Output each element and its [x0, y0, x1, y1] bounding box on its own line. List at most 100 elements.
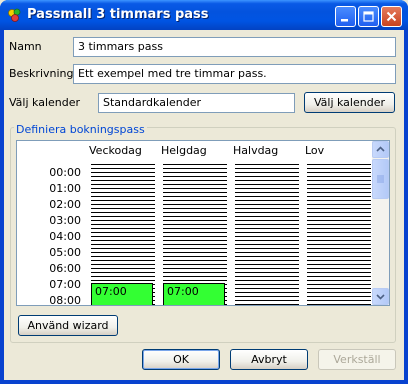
quarter-hour-line: [163, 236, 227, 237]
quarter-hour-line: [307, 252, 371, 253]
quarter-hour-line: [163, 204, 227, 205]
quarter-hour-line: [91, 232, 155, 233]
minimize-button[interactable]: [335, 6, 356, 27]
time-label: 01:00: [49, 182, 81, 195]
quarter-hour-line: [163, 260, 227, 261]
column-header-halvdag: Halvdag: [233, 144, 279, 157]
scroll-down-button[interactable]: [372, 288, 389, 305]
quarter-hour-line: [91, 252, 155, 253]
use-wizard-button[interactable]: Använd wizard: [18, 315, 118, 336]
quarter-hour-line: [91, 240, 155, 241]
time-label: 06:00: [49, 262, 81, 275]
scroll-up-button[interactable]: [372, 141, 389, 158]
column-halvdag[interactable]: [235, 164, 299, 305]
quarter-hour-line: [235, 304, 299, 305]
quarter-hour-line: [235, 264, 299, 265]
scroll-thumb[interactable]: [372, 159, 389, 199]
quarter-hour-line: [235, 200, 299, 201]
chevron-up-icon: [376, 146, 385, 152]
quarter-hour-line: [163, 272, 227, 273]
quarter-hour-line: [307, 236, 371, 237]
title-bar[interactable]: Passmall 3 timmars pass: [0, 0, 408, 30]
quarter-hour-line: [91, 224, 155, 225]
calendar-label: Välj kalender: [9, 96, 81, 109]
quarter-hour-line: [163, 232, 227, 233]
quarter-hour-line: [235, 216, 299, 217]
quarter-hour-line: [307, 220, 371, 221]
quarter-hour-line: [307, 196, 371, 197]
time-label: 03:00: [49, 214, 81, 227]
quarter-hour-line: [163, 196, 227, 197]
quarter-hour-line: [307, 188, 371, 189]
quarter-hour-line: [163, 180, 227, 181]
quarter-hour-line: [235, 208, 299, 209]
close-button[interactable]: [381, 6, 402, 27]
quarter-hour-line: [307, 184, 371, 185]
ok-button[interactable]: OK: [142, 349, 220, 370]
apply-button[interactable]: Verkställ: [318, 349, 396, 370]
maximize-button[interactable]: [358, 6, 379, 27]
quarter-hour-line: [235, 268, 299, 269]
quarter-hour-line: [163, 168, 227, 169]
quarter-hour-line: [91, 276, 155, 277]
quarter-hour-line: [235, 252, 299, 253]
quarter-hour-line: [91, 164, 155, 165]
booking-grid[interactable]: Veckodag Helgdag Halvdag Lov 00:00 01:00…: [16, 140, 390, 306]
column-header-veckodag: Veckodag: [89, 144, 142, 157]
quarter-hour-line: [91, 256, 155, 257]
calendar-field[interactable]: Standardkalender: [98, 93, 295, 113]
quarter-hour-line: [307, 224, 371, 225]
quarter-hour-line: [91, 212, 155, 213]
name-field[interactable]: 3 timmars pass: [73, 37, 396, 57]
quarter-hour-line: [91, 192, 155, 193]
quarter-hour-line: [307, 260, 371, 261]
vertical-scrollbar[interactable]: [372, 141, 389, 305]
grip-icon: [377, 175, 384, 183]
quarter-hour-line: [307, 192, 371, 193]
description-field[interactable]: Ett exempel med tre timmar pass.: [73, 64, 396, 84]
quarter-hour-line: [91, 268, 155, 269]
quarter-hour-line: [163, 240, 227, 241]
quarter-hour-line: [235, 172, 299, 173]
app-icon: [8, 8, 21, 22]
minimize-icon: [341, 19, 348, 22]
quarter-hour-line: [307, 288, 371, 289]
quarter-hour-line: [235, 168, 299, 169]
quarter-hour-line: [235, 260, 299, 261]
booking-slot-helgdag[interactable]: 07:00: [163, 283, 225, 305]
quarter-hour-line: [235, 192, 299, 193]
quarter-hour-line: [235, 284, 299, 285]
choose-calendar-button[interactable]: Välj kalender: [304, 92, 395, 113]
quarter-hour-line: [91, 188, 155, 189]
quarter-hour-line: [235, 212, 299, 213]
quarter-hour-line: [307, 232, 371, 233]
quarter-hour-line: [235, 296, 299, 297]
quarter-hour-line: [235, 224, 299, 225]
quarter-hour-line: [235, 256, 299, 257]
quarter-hour-line: [91, 196, 155, 197]
quarter-hour-line: [235, 232, 299, 233]
quarter-hour-line: [307, 284, 371, 285]
quarter-hour-line: [235, 196, 299, 197]
quarter-hour-line: [307, 240, 371, 241]
quarter-hour-line: [307, 216, 371, 217]
quarter-hour-line: [235, 220, 299, 221]
quarter-hour-line: [307, 176, 371, 177]
cancel-button[interactable]: Avbryt: [230, 349, 308, 370]
quarter-hour-line: [91, 260, 155, 261]
quarter-hour-line: [163, 256, 227, 257]
booking-slot-veckodag[interactable]: 07:00: [91, 283, 153, 305]
column-header-lov: Lov: [305, 144, 325, 157]
quarter-hour-line: [235, 164, 299, 165]
column-lov[interactable]: [307, 164, 371, 305]
quarter-hour-line: [163, 220, 227, 221]
close-icon: [386, 11, 397, 22]
window-title: Passmall 3 timmars pass: [27, 7, 209, 22]
quarter-hour-line: [91, 236, 155, 237]
quarter-hour-line: [235, 272, 299, 273]
quarter-hour-line: [235, 188, 299, 189]
quarter-hour-line: [163, 280, 227, 281]
quarter-hour-line: [235, 248, 299, 249]
quarter-hour-line: [307, 212, 371, 213]
quarter-hour-line: [91, 228, 155, 229]
